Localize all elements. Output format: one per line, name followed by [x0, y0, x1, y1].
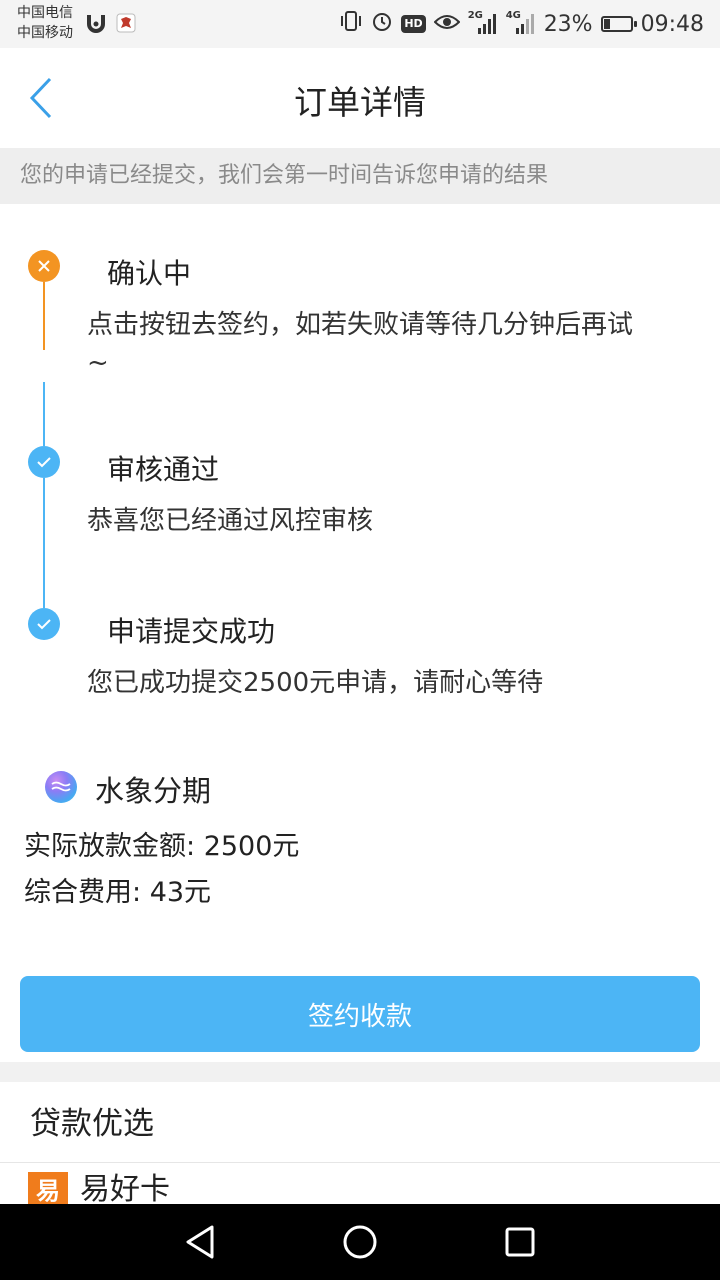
signal-2g-icon: 2G	[468, 10, 498, 36]
battery-icon	[600, 16, 637, 32]
hd-badge: HD	[401, 15, 426, 33]
fee-label: 综合费用:	[24, 877, 142, 908]
system-navigation-bar	[0, 1204, 720, 1280]
timeline-desc-line: 点击按钮去签约，如若失败请等待几分钟后再试	[87, 310, 634, 340]
timeline-desc: 恭喜您已经通过风控审核	[87, 506, 374, 536]
notification-icons	[86, 12, 136, 38]
divider	[0, 1162, 720, 1163]
close-icon	[38, 260, 50, 272]
nav-home-button[interactable]	[340, 1222, 380, 1262]
loan-product-name: 易好卡	[80, 1172, 170, 1204]
clock: 09:48	[640, 11, 704, 37]
navigation-header: 订单详情	[0, 48, 720, 148]
timeline-dot-pending	[28, 250, 60, 282]
page-title: 订单详情	[294, 83, 426, 122]
product-logo	[45, 771, 77, 803]
carrier-info: 中国电信 中国移动	[17, 3, 73, 43]
timeline-title: 确认中	[107, 257, 192, 290]
sign-and-receive-button[interactable]: 签约收款	[20, 976, 700, 1052]
timeline-desc-line: ~	[87, 348, 109, 378]
fee-value: 43元	[149, 877, 212, 908]
timeline-dot-submitted	[28, 608, 60, 640]
carrier-1: 中国电信	[17, 5, 73, 21]
square-recents-icon	[505, 1227, 535, 1257]
loan-amount-label: 实际放款金额:	[24, 831, 196, 862]
circle-home-icon	[343, 1225, 377, 1259]
carrier-2: 中国移动	[17, 25, 73, 41]
timeline-line-submitted	[43, 478, 45, 608]
loan-section-title: 贷款优选	[30, 1106, 154, 1142]
vibrate-icon	[339, 10, 363, 38]
timeline-desc: 您已成功提交2500元申请，请耐心等待	[87, 668, 544, 698]
timeline-desc: 点击按钮去签约，如若失败请等待几分钟后再试 ~	[87, 306, 707, 382]
loan-product-logo: 易	[28, 1172, 68, 1204]
timeline-line-approved	[43, 382, 45, 446]
product-name: 水象分期	[95, 774, 212, 808]
app-notification-icon	[86, 12, 106, 38]
signal-4g-icon: 4G	[506, 10, 536, 36]
submission-notice: 您的申请已经提交，我们会第一时间告诉您申请的结果	[0, 148, 720, 204]
checkmark-icon	[37, 619, 51, 630]
timeline-title: 申请提交成功	[107, 615, 276, 648]
battery-percent: 23%	[543, 11, 593, 37]
system-status: HD 2G 4G 23% 09:48	[339, 10, 704, 38]
checkmark-icon	[37, 457, 51, 468]
fee-row: 综合费用: 43元	[24, 870, 211, 909]
section-separator	[0, 1062, 720, 1082]
loan-amount-row: 实际放款金额: 2500元	[24, 824, 299, 863]
eye-icon	[433, 12, 461, 37]
nav-back-button[interactable]	[180, 1222, 220, 1262]
status-bar: 中国电信 中国移动 HD 2G 4G 23% 09:48	[0, 0, 720, 48]
timeline-title: 审核通过	[107, 453, 220, 486]
wave-icon	[51, 781, 71, 792]
triangle-back-icon	[186, 1225, 214, 1259]
timeline-line-pending	[43, 282, 45, 350]
app-notification-icon-2	[116, 13, 136, 37]
alarm-icon	[371, 10, 393, 38]
nav-recents-button[interactable]	[500, 1222, 540, 1262]
timeline-dot-approved	[28, 446, 60, 478]
loan-amount-value: 2500元	[203, 831, 300, 862]
